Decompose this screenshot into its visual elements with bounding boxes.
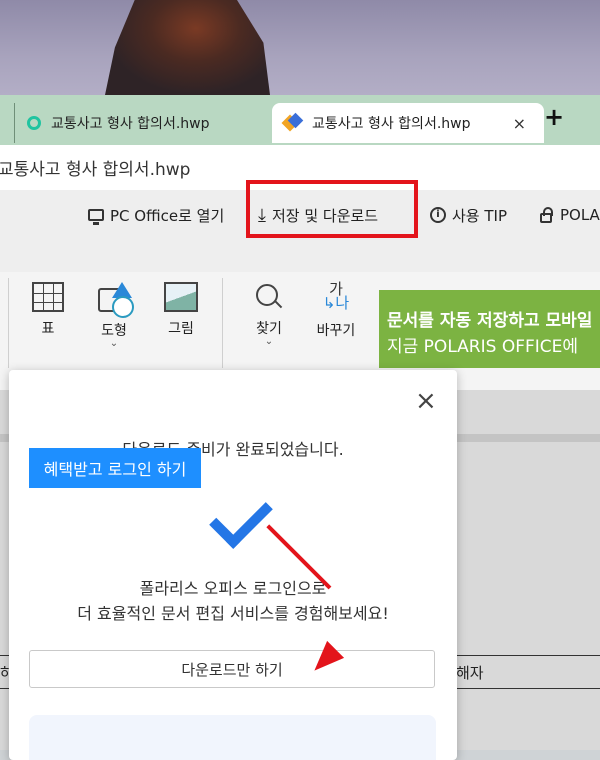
tab-close-icon[interactable]: × <box>513 114 526 133</box>
modal-description-1: 폴라리스 오피스 로그인으로 <box>139 579 327 598</box>
ribbon-picture-button[interactable]: 그림 <box>151 282 211 338</box>
usage-tip-button[interactable]: i 사용 TIP <box>430 204 507 226</box>
address-text: 교통사고 형사 합의서.hwp <box>0 160 191 180</box>
ribbon-separator <box>222 278 223 368</box>
open-pc-office-label: PC Office로 열기 <box>110 206 225 225</box>
ribbon-find-label: 찾기 <box>256 321 282 337</box>
download-only-button[interactable]: 다운로드만 하기 <box>29 650 435 688</box>
tab-inactive[interactable]: 교통사고 형사 합의서.hwp <box>14 103 277 143</box>
table-icon <box>32 282 64 312</box>
annotation-highlight-box <box>246 180 418 238</box>
lock-icon <box>540 207 553 223</box>
replace-glyph-bottom: ↳나 <box>322 294 350 312</box>
monitor-icon <box>88 209 104 225</box>
promo-line-1: 문서를 자동 저장하고 모바일 <box>387 311 593 331</box>
ribbon-separator <box>8 278 9 368</box>
tab-label: 교통사고 형사 합의서.hwp <box>312 116 471 132</box>
polaris-label: POLARIS <box>560 206 600 224</box>
chevron-down-icon: ⌄ <box>109 338 119 349</box>
checkmark-icon <box>209 485 273 549</box>
promo-line-2: 지금 POLARIS OFFICE에 <box>387 337 579 357</box>
desktop-wallpaper <box>0 0 600 95</box>
ribbon-table-label: 표 <box>41 321 55 337</box>
login-section <box>29 715 436 760</box>
polaris-icon <box>284 115 302 131</box>
tab-active[interactable]: 교통사고 형사 합의서.hwp × <box>272 103 544 143</box>
usage-tip-label: 사용 TIP <box>452 206 508 225</box>
hancom-icon <box>27 116 41 130</box>
login-benefit-badge[interactable]: 혜택받고 로그인 하기 <box>29 448 201 488</box>
open-pc-office-button[interactable]: PC Office로 열기 <box>88 204 224 226</box>
document-cell-right: 해자 <box>456 664 484 682</box>
ribbon-table-button[interactable]: 표 <box>18 282 78 338</box>
browser-tabbar: 교통사고 형사 합의서.hwp 교통사고 형사 합의서.hwp × <box>0 95 600 145</box>
modal-description-2: 더 효율적인 문서 편집 서비스를 경험해보세요! <box>77 604 389 623</box>
ribbon-replace-label: 바꾸기 <box>316 323 356 339</box>
ribbon-picture-label: 그림 <box>168 321 194 337</box>
search-icon <box>254 282 284 312</box>
shape-icon <box>96 282 134 318</box>
info-icon: i <box>430 207 446 223</box>
ribbon-shape-button[interactable]: 도형 ⌄ <box>84 282 144 349</box>
tab-label: 교통사고 형사 합의서.hwp <box>51 116 210 132</box>
replace-icon: 가 ↳나 <box>306 282 366 314</box>
new-tab-button[interactable]: + <box>544 103 564 131</box>
download-modal: × 다운로드 준비가 완료되었습니다. 폴라리스 오피스 로그인으로 더 효율적… <box>9 370 457 760</box>
ribbon-find-button[interactable]: 찾기 ⌄ <box>239 282 299 347</box>
polaris-button[interactable]: POLARIS <box>540 204 600 226</box>
picture-icon <box>164 282 198 312</box>
chevron-down-icon: ⌄ <box>264 336 274 347</box>
promo-banner[interactable]: 문서를 자동 저장하고 모바일 지금 POLARIS OFFICE에 <box>379 290 600 368</box>
wallpaper-rock <box>105 0 270 95</box>
close-icon[interactable]: × <box>415 388 437 414</box>
ribbon-shape-label: 도형 <box>101 323 127 339</box>
ribbon-replace-button[interactable]: 가 ↳나 바꾸기 <box>306 282 366 340</box>
